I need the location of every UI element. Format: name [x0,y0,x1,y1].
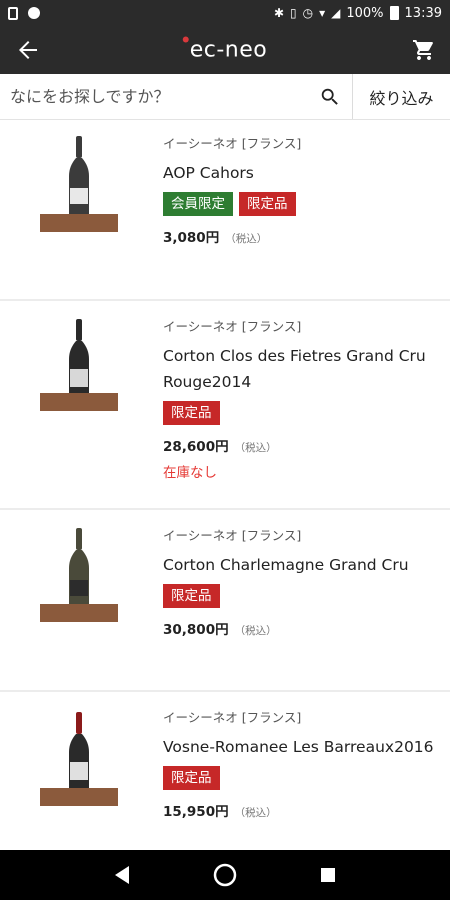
sim-icon [8,6,18,20]
product-item[interactable]: イーシーネオ [フランス] AOP Cahors 会員限定 限定品 3,080円… [0,120,450,301]
product-maker: イーシーネオ [フランス] [163,319,302,334]
cart-icon [413,40,433,60]
tax-label: （税込） [225,233,268,245]
search-button[interactable] [308,74,352,119]
product-name: Corton Clos des Fietres Grand Cru Rouge2… [163,347,426,391]
product-name: Corton Charlemagne Grand Cru [163,556,409,574]
search-icon [321,88,338,105]
nav-home-button[interactable] [210,860,240,890]
logo-dot-icon [182,36,189,43]
notification-icon [28,7,40,19]
filter-button[interactable]: 絞り込み [352,74,450,119]
product-badges: 限定品 [163,401,440,425]
shelf-icon [40,214,118,232]
stock-status: 在庫なし [163,465,217,481]
search-input[interactable] [0,74,308,119]
badge-limited: 限定品 [163,584,220,608]
product-image [40,319,118,415]
product-price: 28,600円 [163,439,229,455]
circle-home-icon [213,863,237,887]
vibrate-icon: ▯ [290,6,297,20]
clock: 13:39 [404,5,442,21]
product-maker: イーシーネオ [フランス] [163,710,302,725]
nav-recents-button[interactable] [313,860,343,890]
arrow-left-icon [19,41,37,59]
back-button[interactable] [0,26,56,74]
square-recents-icon [321,868,336,882]
product-badges: 限定品 [163,584,440,608]
status-bar: ✱ ▯ ◷ ▾ ◢ 100% 13:39 [0,0,450,26]
app-bar: ec-neo [0,26,450,74]
bluetooth-icon: ✱ [273,6,284,20]
wifi-icon: ▾ [319,6,326,20]
product-item[interactable]: イーシーネオ [フランス] Corton Clos des Fietres Gr… [0,301,450,510]
shelf-icon [40,604,118,622]
product-price: 3,080円 [163,230,220,246]
product-image [40,136,118,232]
wine-bottle-icon [69,528,89,606]
logo-text: ec-neo [189,37,268,63]
search-bar: 絞り込み [0,74,450,120]
product-image [40,528,118,624]
product-item[interactable]: イーシーネオ [フランス] Vosne-Romanee Les Barreaux… [0,692,450,850]
alarm-icon: ◷ [302,6,314,20]
product-maker: イーシーネオ [フランス] [163,528,302,543]
cart-button[interactable] [408,34,440,66]
product-name: Vosne-Romanee Les Barreaux2016 [163,738,434,756]
app-logo[interactable]: ec-neo [182,36,268,63]
signal-icon: ◢ [331,6,341,20]
tax-label: （税込） [234,625,277,637]
wine-bottle-icon [69,136,89,214]
wine-bottle-icon [69,319,89,397]
badge-member: 会員限定 [163,192,233,216]
product-badges: 会員限定 限定品 [163,192,440,216]
product-image [40,712,118,808]
shelf-icon [40,788,118,806]
badge-limited: 限定品 [163,766,220,790]
product-item[interactable]: イーシーネオ [フランス] Corton Charlemagne Grand C… [0,510,450,692]
tax-label: （税込） [234,807,277,819]
battery-level: 100% [346,5,384,21]
product-price: 15,950円 [163,804,229,820]
nav-back-button[interactable] [107,860,137,890]
product-maker: イーシーネオ [フランス] [163,136,302,151]
badge-limited: 限定品 [163,401,220,425]
product-badges: 限定品 [163,766,440,790]
tax-label: （税込） [234,442,277,454]
shelf-icon [40,393,118,411]
product-price: 30,800円 [163,622,229,638]
battery-icon [389,6,399,20]
triangle-back-icon [114,866,129,884]
product-name: AOP Cahors [163,164,254,182]
wine-bottle-icon [69,712,89,790]
system-nav-bar [0,850,450,900]
product-list: イーシーネオ [フランス] AOP Cahors 会員限定 限定品 3,080円… [0,120,450,850]
badge-limited: 限定品 [239,192,296,216]
